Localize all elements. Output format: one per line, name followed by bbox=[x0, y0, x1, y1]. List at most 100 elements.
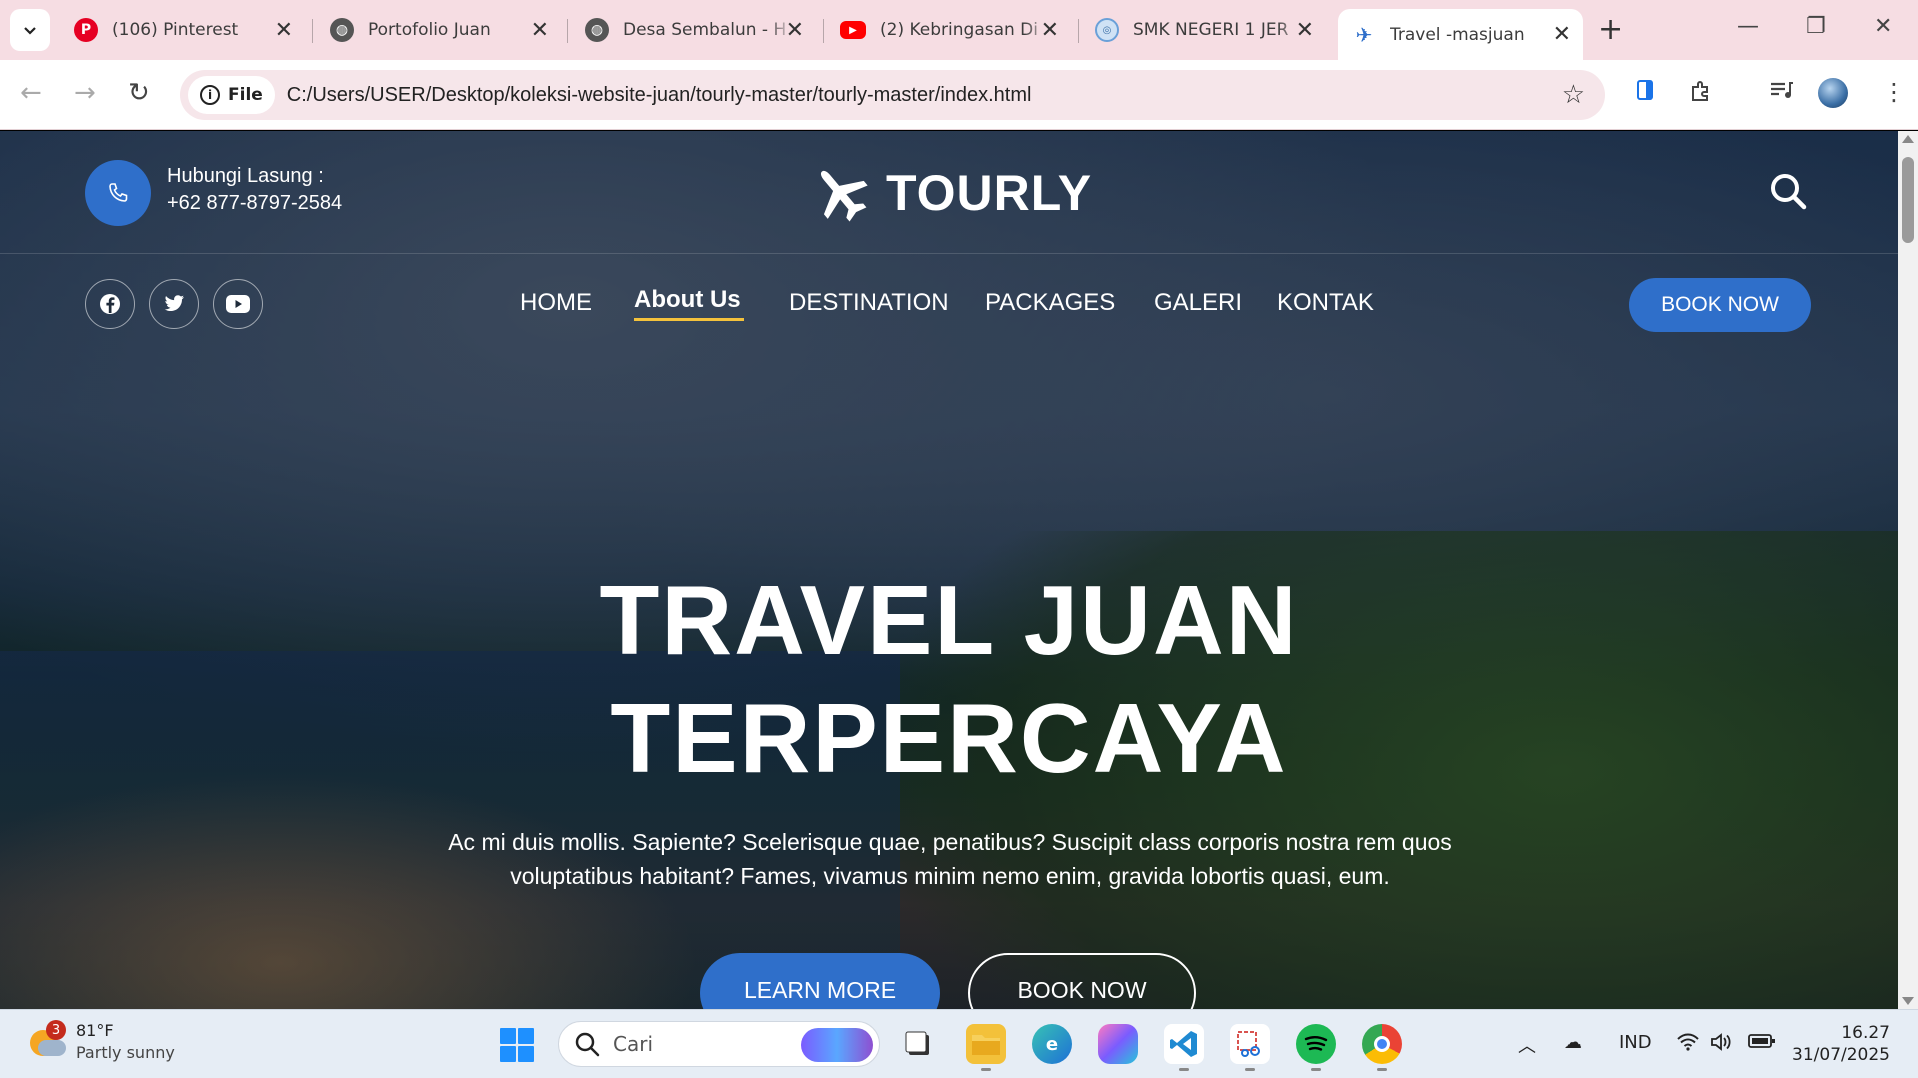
tab-desa-sembalun[interactable]: ◍ Desa Sembalun - H ✕ bbox=[571, 9, 816, 51]
partly-sunny-icon: 3 bbox=[26, 1020, 66, 1062]
book-now-hero-button[interactable]: BOOK NOW bbox=[968, 953, 1196, 1009]
tab-separator bbox=[1078, 19, 1079, 43]
globe-icon: ◍ bbox=[585, 18, 609, 42]
bookmark-star-icon[interactable]: ☆ bbox=[1562, 80, 1585, 110]
browser-toolbar: ← → ↻ i File C:/Users/USER/Desktop/kolek… bbox=[0, 60, 1918, 130]
copilot-icon[interactable] bbox=[1098, 1024, 1138, 1064]
page-scrollbar[interactable] bbox=[1898, 131, 1918, 1009]
back-icon[interactable]: ← bbox=[20, 78, 42, 108]
hero-title-line1: TRAVEL JUAN bbox=[599, 565, 1299, 675]
plane-logo-icon bbox=[820, 170, 868, 222]
volume-icon[interactable] bbox=[1710, 1032, 1734, 1057]
facebook-icon bbox=[100, 294, 120, 314]
url-text[interactable]: C:/Users/USER/Desktop/koleksi-website-ju… bbox=[287, 84, 1032, 107]
tab-title: (2) Kebringasan Di bbox=[880, 20, 1038, 40]
site-chip-label: File bbox=[228, 85, 263, 105]
nav-packages[interactable]: PACKAGES bbox=[985, 289, 1115, 317]
globe-icon: ◍ bbox=[330, 18, 354, 42]
scrollbar-thumb[interactable] bbox=[1902, 157, 1914, 243]
tab-title: (106) Pinterest bbox=[112, 20, 239, 40]
chevron-down-icon bbox=[24, 27, 36, 35]
book-now-header-button[interactable]: BOOK NOW bbox=[1629, 278, 1811, 332]
running-indicator bbox=[1311, 1068, 1321, 1071]
phone-icon-button[interactable] bbox=[85, 160, 151, 226]
contact-phone[interactable]: +62 877-8797-2584 bbox=[167, 192, 342, 215]
search-icon bbox=[575, 1032, 600, 1057]
logo-text: TOURLY bbox=[886, 165, 1093, 221]
site-search-icon[interactable] bbox=[1768, 171, 1808, 215]
plane-icon: ✈ bbox=[1355, 22, 1373, 47]
forward-icon[interactable]: → bbox=[74, 78, 96, 108]
input-language[interactable]: IND bbox=[1619, 1032, 1652, 1053]
tab-pinterest[interactable]: P (106) Pinterest ✕ bbox=[60, 9, 305, 51]
running-indicator bbox=[1179, 1068, 1189, 1071]
school-icon: ◎ bbox=[1095, 18, 1119, 42]
weather-condition: Partly sunny bbox=[76, 1043, 175, 1062]
battery-icon[interactable] bbox=[1748, 1032, 1776, 1055]
media-control-icon[interactable] bbox=[1768, 78, 1794, 108]
tab-search-button[interactable] bbox=[10, 9, 50, 51]
youtube-button[interactable] bbox=[213, 279, 263, 329]
reload-icon[interactable]: ↻ bbox=[128, 78, 150, 108]
header-divider bbox=[0, 253, 1898, 254]
tab-separator bbox=[312, 19, 313, 43]
nav-galeri[interactable]: GALERI bbox=[1154, 289, 1242, 317]
nav-about-us[interactable]: About Us bbox=[634, 286, 741, 314]
tab-title: SMK NEGERI 1 JER bbox=[1133, 20, 1289, 40]
file-explorer-icon[interactable] bbox=[966, 1024, 1006, 1064]
close-tab-icon[interactable]: ✕ bbox=[1041, 18, 1059, 43]
snipping-tool-icon[interactable] bbox=[1230, 1024, 1270, 1064]
show-hidden-icons-icon[interactable]: ︿ bbox=[1518, 1032, 1536, 1058]
webpage-viewport: Hubungi Lasung : +62 877-8797-2584 TOURL… bbox=[0, 131, 1898, 1009]
extensions-icon[interactable] bbox=[1688, 78, 1714, 110]
new-tab-button[interactable]: + bbox=[1598, 12, 1623, 47]
youtube-icon: ▶ bbox=[840, 21, 866, 39]
tab-separator bbox=[567, 19, 568, 43]
close-window-icon[interactable]: ✕ bbox=[1874, 14, 1892, 39]
wifi-icon[interactable] bbox=[1676, 1032, 1700, 1057]
tab-travel-masjuan[interactable]: ✈ Travel -masjuan ✕ bbox=[1338, 9, 1583, 60]
chrome-icon[interactable] bbox=[1362, 1024, 1402, 1064]
nav-home[interactable]: HOME bbox=[520, 289, 592, 317]
facebook-button[interactable] bbox=[85, 279, 135, 329]
scroll-down-arrow-icon[interactable] bbox=[1902, 997, 1914, 1005]
windows-start-icon[interactable] bbox=[500, 1028, 534, 1062]
close-tab-icon[interactable]: ✕ bbox=[1296, 18, 1314, 43]
menu-kebab-icon[interactable]: ⋮ bbox=[1882, 78, 1906, 106]
tab-title: Portofolio Juan bbox=[368, 20, 491, 40]
running-indicator bbox=[1377, 1068, 1387, 1071]
onedrive-cloud-icon[interactable]: ☁ bbox=[1564, 1032, 1582, 1053]
browser-tab-bar: P (106) Pinterest ✕ ◍ Portofolio Juan ✕ … bbox=[0, 0, 1918, 60]
pinterest-icon: P bbox=[74, 18, 98, 42]
close-tab-icon[interactable]: ✕ bbox=[786, 18, 804, 43]
taskbar-search[interactable]: Cari bbox=[558, 1021, 880, 1067]
address-bar[interactable]: i File C:/Users/USER/Desktop/koleksi-web… bbox=[180, 70, 1605, 120]
running-indicator bbox=[981, 1068, 991, 1071]
nav-kontak[interactable]: KONTAK bbox=[1277, 289, 1374, 317]
system-clock[interactable]: 16.27 31/07/2025 bbox=[1790, 1022, 1890, 1066]
weather-temperature: 81°F bbox=[76, 1021, 114, 1040]
close-tab-icon[interactable]: ✕ bbox=[1553, 22, 1571, 47]
twitter-button[interactable] bbox=[149, 279, 199, 329]
task-view-icon[interactable] bbox=[898, 1024, 938, 1064]
close-tab-icon[interactable]: ✕ bbox=[531, 18, 549, 43]
site-logo[interactable]: TOURLY bbox=[808, 161, 1092, 225]
reading-mode-icon[interactable] bbox=[1634, 78, 1658, 108]
tab-youtube[interactable]: ▶ (2) Kebringasan Di ✕ bbox=[826, 9, 1071, 51]
restore-icon[interactable]: ❐ bbox=[1806, 14, 1826, 39]
scroll-up-arrow-icon[interactable] bbox=[1902, 135, 1914, 143]
site-info-chip[interactable]: i File bbox=[188, 76, 275, 114]
tab-smk-negeri[interactable]: ◎ SMK NEGERI 1 JER ✕ bbox=[1081, 9, 1326, 51]
learn-more-button[interactable]: LEARN MORE bbox=[700, 953, 940, 1009]
vscode-icon[interactable] bbox=[1164, 1024, 1204, 1064]
hero-title: TRAVEL JUAN TERPERCAYA bbox=[0, 561, 1898, 797]
nav-destination[interactable]: DESTINATION bbox=[789, 289, 949, 317]
tab-portofolio[interactable]: ◍ Portofolio Juan ✕ bbox=[316, 9, 561, 51]
edge-icon[interactable]: e bbox=[1032, 1024, 1072, 1064]
minimize-icon[interactable]: — bbox=[1737, 14, 1759, 39]
spotify-icon[interactable] bbox=[1296, 1024, 1336, 1064]
profile-avatar[interactable] bbox=[1818, 78, 1848, 108]
weather-widget[interactable]: 3 81°F Partly sunny bbox=[26, 1020, 175, 1064]
close-tab-icon[interactable]: ✕ bbox=[275, 18, 293, 43]
windows-taskbar: 3 81°F Partly sunny Cari e ︿ ☁ IND 16.27… bbox=[0, 1009, 1918, 1078]
